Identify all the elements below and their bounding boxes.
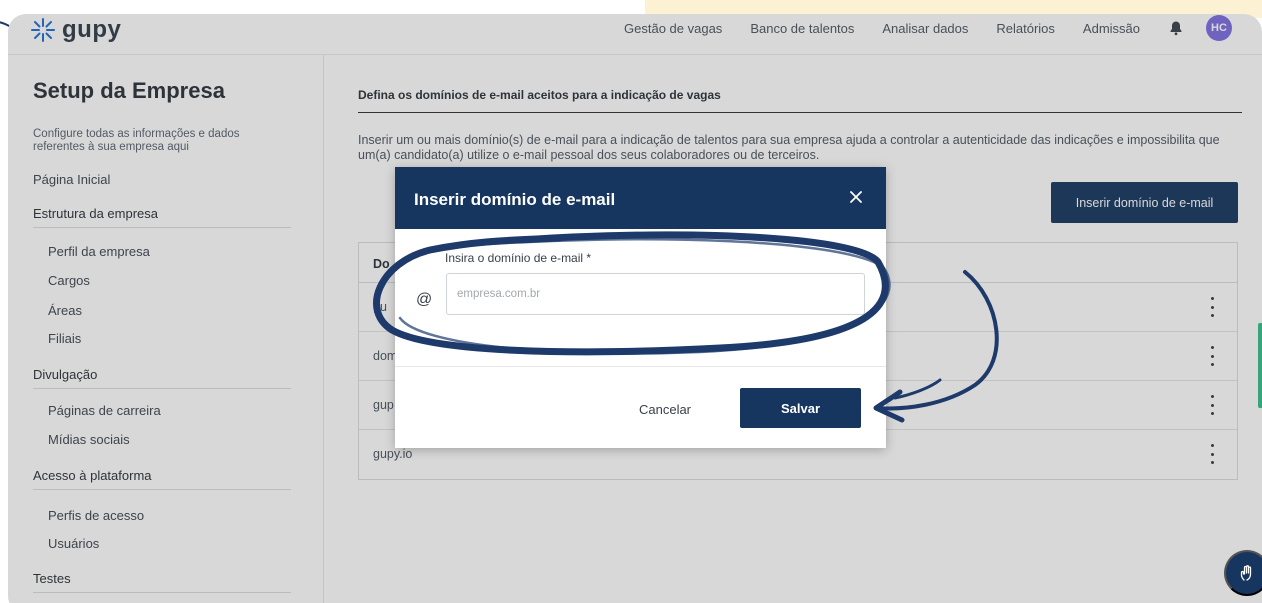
modal-divider bbox=[395, 366, 886, 367]
cancel-button[interactable]: Cancelar bbox=[615, 389, 715, 429]
app-frame: gupy Gestão de vagas Banco de talentos A… bbox=[8, 14, 1262, 603]
save-button[interactable]: Salvar bbox=[740, 388, 861, 428]
domain-input[interactable] bbox=[446, 273, 865, 315]
insert-domain-modal: Inserir domínio de e-mail Insira o domín… bbox=[395, 167, 886, 448]
modal-header: Inserir domínio de e-mail bbox=[395, 167, 886, 229]
modal-title: Inserir domínio de e-mail bbox=[414, 190, 616, 209]
close-icon[interactable] bbox=[846, 187, 866, 207]
domain-field-label: Insira o domínio de e-mail * bbox=[445, 251, 592, 265]
screenshot-stage: gupy Gestão de vagas Banco de talentos A… bbox=[0, 0, 1262, 603]
app-window: gupy Gestão de vagas Banco de talentos A… bbox=[8, 14, 1262, 603]
at-sign-icon: @ bbox=[416, 291, 433, 308]
hand-icon bbox=[1240, 565, 1252, 581]
help-chat-button[interactable] bbox=[1224, 550, 1262, 596]
